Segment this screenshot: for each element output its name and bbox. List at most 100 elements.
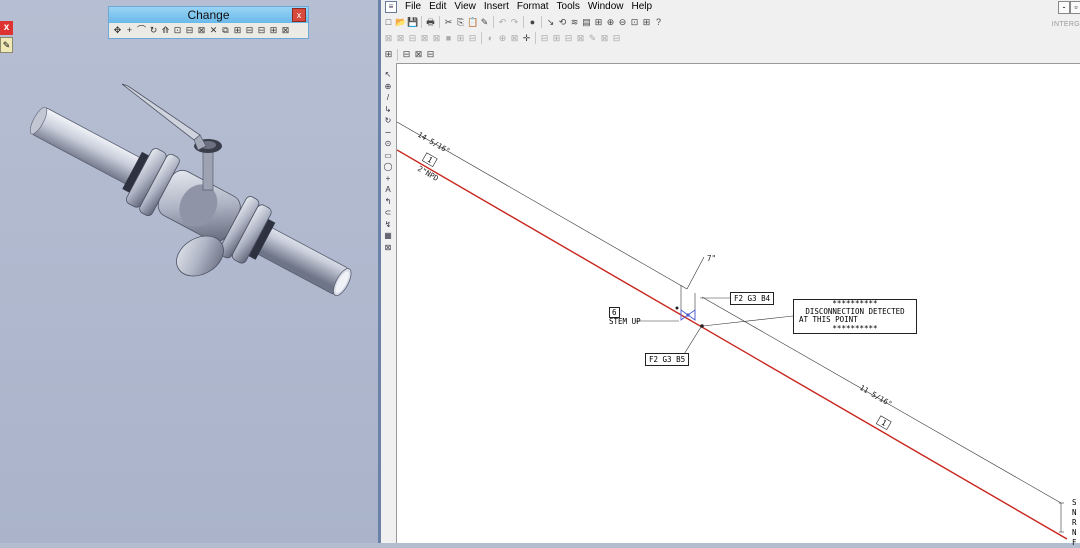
tool-g-icon[interactable]: ⊞ (455, 33, 466, 44)
ungroup-icon[interactable]: ⊟ (244, 25, 255, 36)
tool-b-icon[interactable]: ⊠ (395, 33, 406, 44)
document-icon[interactable]: ≡ (385, 1, 397, 13)
point-icon[interactable]: + (382, 174, 394, 185)
open-icon[interactable]: 📂 (395, 17, 406, 28)
tool-a-icon[interactable]: ⊠ (383, 33, 394, 44)
pan-icon[interactable]: ⊞ (641, 17, 652, 28)
menu-insert[interactable]: Insert (480, 0, 513, 14)
elevate-icon[interactable]: ⟰ (160, 25, 171, 36)
3d-viewport[interactable]: x ✎ Change x ✥ + ⌒ ↻ ⟰ ⊡ ⊟ ⊠ ✕ ⧉ ⊞ ⊟ ⊟ ⊞… (0, 0, 378, 543)
component-icon[interactable]: ⊡ (172, 25, 183, 36)
leader-icon[interactable]: ↰ (382, 197, 394, 208)
globe-icon[interactable]: ● (527, 17, 538, 28)
cut-icon[interactable]: ✂ (443, 17, 454, 28)
tool-e-icon[interactable]: ⊠ (431, 33, 442, 44)
change-toolbar-close-button[interactable]: x (292, 8, 306, 22)
change-toolbar-title[interactable]: Change (109, 7, 308, 23)
f2-g3-b4-label[interactable]: F2 G3 B4 (730, 292, 775, 305)
polyline-icon[interactable]: ↳ (382, 105, 394, 116)
insert-point-icon[interactable]: + (124, 25, 135, 36)
support-icon[interactable]: ⊠ (196, 25, 207, 36)
tool-d-icon[interactable]: ⊠ (419, 33, 430, 44)
menu-edit[interactable]: Edit (425, 0, 450, 14)
pen-icon[interactable]: ✎ (587, 33, 598, 44)
group-icon[interactable]: ⊞ (232, 25, 243, 36)
view-icon[interactable]: ⊞ (383, 49, 394, 60)
menu-file[interactable]: File (401, 0, 425, 14)
tool-h-icon[interactable]: ⊟ (467, 33, 478, 44)
menu-tools[interactable]: Tools (553, 0, 584, 14)
properties-icon[interactable]: ⊠ (280, 25, 291, 36)
zoom-area-icon[interactable]: ⊡ (629, 17, 640, 28)
undo-icon[interactable]: ↶ (497, 17, 508, 28)
zoom-in-icon[interactable]: ⊕ (605, 17, 616, 28)
toolbar-separator (535, 32, 536, 44)
stem-up-label[interactable]: STEM UP (609, 317, 641, 326)
arc-icon[interactable]: ↻ (382, 116, 394, 127)
plot-icon[interactable]: ⊟ (401, 49, 412, 60)
rotate-icon[interactable]: ↻ (148, 25, 159, 36)
save-icon[interactable]: 💾 (407, 17, 418, 28)
tool-q-icon[interactable]: ⊟ (611, 33, 622, 44)
edge-note-text: S N R N F (1072, 498, 1077, 548)
grid-icon[interactable]: ⊞ (268, 25, 279, 36)
line-icon[interactable]: / (382, 93, 394, 104)
fitting-icon[interactable]: ⊟ (184, 25, 195, 36)
tool-n-icon[interactable]: ⊟ (563, 33, 574, 44)
tool-m-icon[interactable]: ⊞ (551, 33, 562, 44)
zoom-out-icon[interactable]: ⊖ (617, 17, 628, 28)
copy-icon[interactable]: ⧉ (220, 25, 231, 36)
bend-icon[interactable]: ⌒ (136, 25, 147, 36)
print-icon[interactable]: 🖶 (425, 17, 436, 28)
circle-icon[interactable]: ⊙ (382, 139, 394, 150)
secondary-toolbar: ⊞ ⊟ ⊠ ⊟ (383, 48, 436, 61)
filter-icon[interactable]: ⊠ (413, 49, 424, 60)
hatch-icon[interactable]: ▦ (382, 231, 394, 242)
menu-window[interactable]: Window (584, 0, 628, 14)
delete-icon[interactable]: ✕ (208, 25, 219, 36)
disconnection-message-box[interactable]: ********** DISCONNECTION DETECTED AT THI… (793, 299, 917, 334)
change-toolbar[interactable]: Change x ✥ + ⌒ ↻ ⟰ ⊡ ⊟ ⊠ ✕ ⧉ ⊞ ⊟ ⊟ ⊞ ⊠ (108, 6, 309, 39)
layer-icon[interactable]: ⊟ (256, 25, 267, 36)
tool-f-icon[interactable]: ■ (443, 33, 454, 44)
tool-k-icon[interactable]: ⊠ (509, 33, 520, 44)
fill-icon[interactable]: ⊕ (382, 82, 394, 93)
tool-i-icon[interactable]: ◐ (485, 33, 496, 44)
left-panel-close-button[interactable]: x (0, 21, 13, 35)
pencil-icon[interactable]: ✎ (0, 37, 13, 53)
tool-j-icon[interactable]: ⊕ (497, 33, 508, 44)
dimension-icon[interactable]: ⊂ (382, 208, 394, 219)
options-icon[interactable]: ⊟ (425, 49, 436, 60)
fit-icon[interactable]: ⊞ (593, 17, 604, 28)
layers-icon[interactable]: ≋ (569, 17, 580, 28)
isometric-drawing-canvas[interactable]: 14 5/16" 2"NPD 11 5/16" 7" 1 1 F2 G3 B4 … (396, 63, 1080, 547)
f2-g3-b5-label[interactable]: F2 G3 B5 (645, 353, 690, 366)
symbol-icon[interactable]: ⊠ (382, 243, 394, 254)
minimize-button[interactable]: - (1058, 1, 1070, 14)
curve-icon[interactable]: ∼ (382, 128, 394, 139)
tool-l-icon[interactable]: ⊟ (539, 33, 550, 44)
menu-view[interactable]: View (450, 0, 480, 14)
refresh-icon[interactable]: ⟲ (557, 17, 568, 28)
move-icon[interactable]: ✥ (112, 25, 123, 36)
rectangle-icon[interactable]: ▭ (382, 151, 394, 162)
new-icon[interactable]: □ (383, 17, 394, 28)
tool-c-icon[interactable]: ⊟ (407, 33, 418, 44)
sheet-icon[interactable]: ▤ (581, 17, 592, 28)
help-pointer-icon[interactable]: ? (653, 17, 664, 28)
menu-format[interactable]: Format (513, 0, 553, 14)
restore-button[interactable]: ▫ (1070, 1, 1080, 14)
text-icon[interactable]: A (382, 185, 394, 196)
select-icon[interactable]: ↘ (545, 17, 556, 28)
redo-icon[interactable]: ↷ (509, 17, 520, 28)
tool-o-icon[interactable]: ⊠ (575, 33, 586, 44)
copy-icon[interactable]: ⎘ (455, 17, 466, 28)
pointer-icon[interactable]: ↖ (382, 70, 394, 81)
break-icon[interactable]: ↯ (382, 220, 394, 231)
paste-icon[interactable]: 📋 (467, 17, 478, 28)
crosshair-icon[interactable]: ✛ (521, 33, 532, 44)
format-painter-icon[interactable]: ✎ (479, 17, 490, 28)
menu-help[interactable]: Help (627, 0, 656, 14)
tool-p-icon[interactable]: ⊠ (599, 33, 610, 44)
ellipse-icon[interactable]: ◯ (382, 162, 394, 173)
